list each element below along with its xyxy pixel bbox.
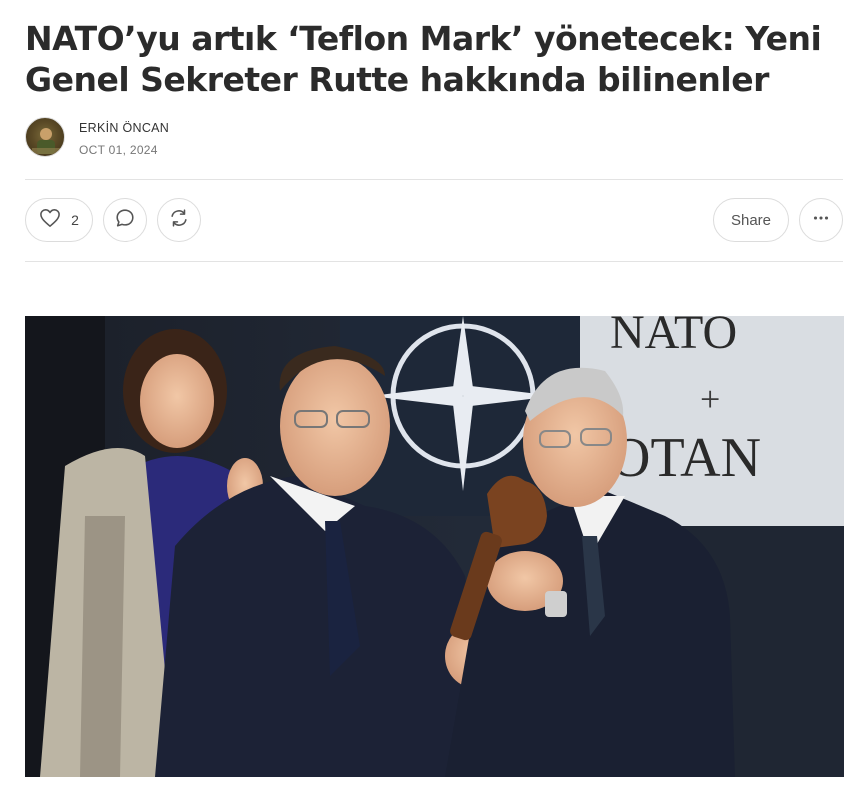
more-dots-icon bbox=[810, 207, 832, 234]
share-button[interactable]: Share bbox=[713, 198, 789, 242]
article-title: NATO’yu artık ‘Teflon Mark’ yönetecek: Y… bbox=[25, 19, 822, 99]
publish-date: OCT 01, 2024 bbox=[79, 143, 158, 157]
heart-icon bbox=[39, 208, 61, 233]
svg-text:OTAN: OTAN bbox=[610, 427, 761, 489]
article-photo[interactable]: NATO + OTAN bbox=[25, 316, 844, 777]
divider-top bbox=[25, 179, 843, 180]
more-options-button[interactable] bbox=[799, 198, 843, 242]
divider-bottom bbox=[25, 261, 843, 262]
svg-text:+: + bbox=[700, 379, 720, 419]
author-name[interactable]: ERKİN ÖNCAN bbox=[79, 121, 169, 135]
like-button[interactable]: 2 bbox=[25, 198, 93, 242]
author-avatar[interactable] bbox=[25, 117, 65, 157]
comment-icon bbox=[114, 207, 136, 234]
restack-button[interactable] bbox=[157, 198, 201, 242]
comment-button[interactable] bbox=[103, 198, 147, 242]
like-count: 2 bbox=[71, 212, 79, 228]
restack-icon bbox=[168, 207, 190, 234]
svg-text:NATO: NATO bbox=[610, 316, 737, 359]
